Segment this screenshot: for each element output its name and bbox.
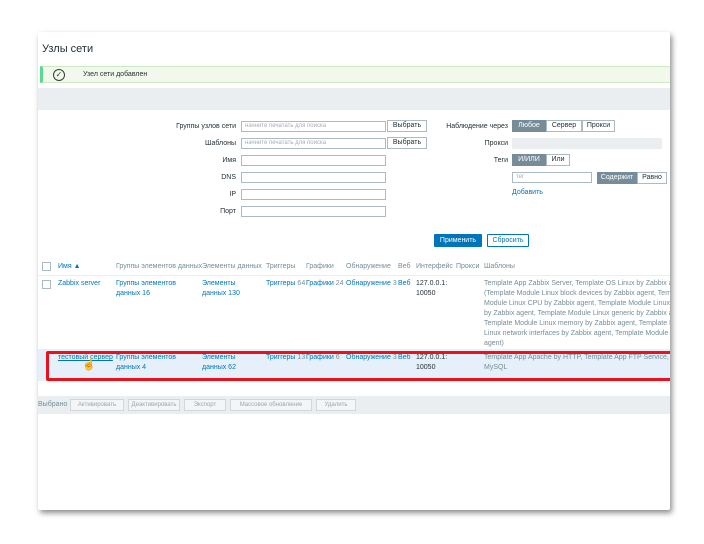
name-input[interactable] — [241, 155, 386, 166]
filter-tab-bar[interactable] — [38, 88, 670, 110]
template-line: (Template Module Linux block devices by … — [484, 290, 670, 297]
discovery-cell[interactable]: Обнаружение 3 — [346, 279, 397, 289]
templates-list: Template App Zabbix Server, Template OS … — [484, 279, 670, 349]
tag-name-input[interactable]: тег — [512, 172, 592, 183]
triggers-count: 64 — [297, 280, 306, 287]
graphs-link[interactable]: Графики — [306, 280, 334, 287]
page-frame: Узлы сети ✓ Узел сети добавлен Группы уз… — [38, 32, 670, 510]
tags-label: Теги — [493, 157, 508, 164]
host-name-link[interactable]: Zabbix server — [58, 279, 100, 289]
triggers-link[interactable]: Триггеры — [266, 280, 295, 287]
template-line: Template Module Linux memory by Zabbix a… — [484, 320, 670, 327]
graphs-count: 24 — [335, 280, 344, 287]
items-count[interactable]: данных 130 — [202, 289, 240, 299]
red-highlight-frame — [46, 351, 670, 381]
row-checkbox[interactable] — [42, 280, 51, 289]
proxy-label: Прокси — [484, 140, 508, 147]
page-title: Узлы сети — [42, 43, 94, 55]
select-all-checkbox[interactable] — [42, 262, 51, 271]
col-discovery: Обнаружение — [346, 263, 391, 270]
apply-button[interactable]: Применить — [434, 234, 482, 247]
port-input[interactable] — [241, 206, 386, 217]
ip-label: IP — [229, 191, 236, 198]
col-triggers: Триггеры — [266, 263, 296, 270]
template-line: by Zabbix agent, Template Module Linux g… — [484, 310, 670, 317]
interface-address: 127.0.0.1: — [416, 280, 448, 287]
monitored-by-proxy[interactable]: Прокси — [582, 120, 615, 132]
proxy-input[interactable] — [512, 138, 662, 149]
disable-button[interactable]: Деактивировать — [128, 399, 180, 411]
triggers-cell[interactable]: Триггеры 64 — [266, 279, 305, 289]
col-item-groups: Группы элементов данных — [116, 263, 203, 270]
templates-input[interactable]: начните печатать для поиска — [241, 138, 386, 149]
success-message-text: Узел сети добавлен — [83, 71, 148, 78]
mass-update-button[interactable]: Массовое обновление — [230, 399, 312, 411]
selected-count-label: Выбрано — [38, 401, 68, 408]
item-groups-link[interactable]: Группы элементов — [116, 279, 176, 289]
col-interface: Интерфейс — [416, 263, 453, 270]
tag-operator-equals[interactable]: Равно — [637, 172, 667, 184]
col-templates: Шаблоны — [484, 263, 515, 270]
tags-and-or[interactable]: И/ИЛИ — [512, 154, 546, 166]
dns-input[interactable] — [241, 172, 386, 183]
col-web: Веб — [398, 263, 411, 270]
monitored-by-label: Наблюдение через — [446, 123, 508, 130]
success-message: ✓ Узел сети добавлен — [40, 66, 670, 83]
interface-port: 10050 — [416, 290, 436, 297]
graphs-cell[interactable]: Графики 24 — [306, 279, 344, 289]
template-line: Linux network interfaces by Zabbix agent… — [484, 330, 670, 337]
web-link[interactable]: Веб — [398, 279, 411, 289]
template-line: Template App Zabbix Server, Template OS … — [484, 280, 670, 287]
dns-label: DNS — [221, 174, 236, 181]
delete-button[interactable]: Удалить — [316, 399, 356, 411]
mass-action-bar: Выбрано Активировать Деактивировать Эксп… — [38, 396, 670, 414]
tag-operator-contains[interactable]: Содержит — [597, 172, 637, 184]
enable-button[interactable]: Активировать — [70, 399, 124, 411]
templates-label: Шаблоны — [205, 140, 236, 147]
template-line: Module Linux CPU by Zabbix agent, Templa… — [484, 300, 670, 307]
monitored-by-any[interactable]: Любое — [512, 120, 546, 132]
host-groups-input[interactable]: начните печатать для поиска — [241, 121, 386, 132]
monitored-by-server[interactable]: Сервер — [546, 120, 582, 132]
col-graphs: Графики — [306, 263, 334, 270]
add-tag-link[interactable]: Добавить — [512, 188, 543, 198]
ip-input[interactable] — [241, 189, 386, 200]
template-line: agent) — [484, 340, 504, 347]
checkmark-icon: ✓ — [53, 69, 65, 81]
col-name[interactable]: Имя ▲ — [58, 263, 81, 270]
host-groups-label: Группы узлов сети — [176, 123, 236, 130]
item-groups-count[interactable]: данных 16 — [116, 289, 150, 299]
discovery-count: 3 — [392, 280, 397, 287]
col-proxy: Прокси — [456, 263, 480, 270]
filter-panel: Группы узлов сети начните печатать для п… — [38, 110, 670, 248]
items-link[interactable]: Элементы — [202, 279, 236, 289]
tags-or[interactable]: Или — [546, 154, 570, 166]
reset-button[interactable]: Сбросить — [487, 234, 529, 247]
col-items: Элементы данных — [202, 263, 262, 270]
export-button[interactable]: Экспорт — [184, 399, 226, 411]
name-label: Имя — [222, 157, 236, 164]
header-divider — [38, 275, 670, 276]
discovery-link[interactable]: Обнаружение — [346, 280, 391, 287]
port-label: Порт — [220, 208, 236, 215]
